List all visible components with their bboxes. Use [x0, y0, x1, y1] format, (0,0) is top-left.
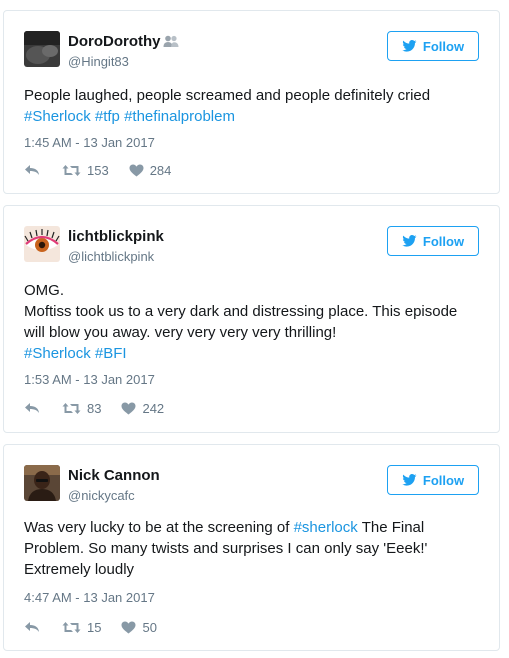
hashtag-link[interactable]: #thefinalproblem [124, 108, 235, 125]
people-icon [163, 35, 179, 53]
bird-icon [402, 40, 417, 52]
like-count: 284 [149, 162, 172, 178]
heart-icon [121, 621, 136, 633]
heart-icon [121, 402, 136, 414]
reply-icon [25, 403, 39, 413]
tweet-text: People laughed, people screamed and peop… [24, 87, 431, 125]
timestamp[interactable]: 1:45 AM - 13 Jan 2017 [24, 135, 155, 151]
bird-icon [402, 235, 417, 247]
bird-icon [402, 474, 417, 486]
follow-label: Follow [422, 472, 465, 488]
follow-button[interactable]: Follow [387, 31, 479, 61]
user-handle[interactable]: @lichtblickpink [68, 249, 154, 265]
display-name[interactable]: DoroDorothy [68, 33, 179, 53]
tweet-actions: 15 50 [24, 618, 157, 636]
follow-label: Follow [422, 233, 465, 249]
reply-button[interactable] [24, 164, 40, 176]
retweet-button[interactable]: 153 [62, 163, 109, 178]
tweet-actions: 153 284 [24, 161, 171, 179]
like-button[interactable]: 242 [121, 401, 164, 416]
reply-icon [25, 622, 39, 632]
retweet-count: 83 [87, 400, 102, 416]
like-button[interactable]: 284 [129, 162, 172, 178]
follow-label: Follow [422, 38, 465, 54]
avatar[interactable] [24, 226, 60, 262]
retweet-count: 15 [87, 619, 102, 635]
retweet-icon [62, 402, 81, 414]
reply-icon [25, 165, 39, 175]
timestamp[interactable]: 1:53 AM - 13 Jan 2017 [24, 372, 155, 388]
like-count: 50 [142, 619, 157, 635]
follow-button[interactable]: Follow [387, 465, 479, 495]
display-name[interactable]: lichtblickpink [68, 228, 164, 246]
user-handle[interactable]: @Hingit83 [68, 54, 129, 70]
retweet-icon [62, 621, 81, 633]
hashtag-link[interactable]: #Sherlock [24, 108, 91, 125]
like-button[interactable]: 50 [121, 619, 157, 635]
heart-icon [129, 164, 144, 176]
avatar[interactable] [24, 465, 60, 501]
tweet-feed: DoroDorothy @Hingit83 Follow People laug… [0, 0, 509, 658]
avatar[interactable] [24, 31, 60, 67]
tweet-text: Was very lucky to be at the screening of… [24, 519, 428, 578]
reply-button[interactable] [24, 402, 40, 414]
retweet-button[interactable]: 15 [62, 620, 101, 635]
reply-button[interactable] [24, 621, 40, 633]
retweet-icon [62, 164, 81, 176]
retweet-button[interactable]: 83 [62, 401, 101, 416]
hashtag-link[interactable]: #Sherlock [24, 345, 91, 362]
retweet-count: 153 [87, 162, 109, 178]
timestamp[interactable]: 4:47 AM - 13 Jan 2017 [24, 590, 155, 606]
tweet-card: DoroDorothy @Hingit83 Follow People laug… [3, 10, 500, 194]
hashtag-link[interactable]: #sherlock [294, 519, 358, 536]
follow-button[interactable]: Follow [387, 226, 479, 256]
display-name[interactable]: Nick Cannon [68, 467, 160, 485]
user-handle[interactable]: @nickycafc [68, 488, 135, 504]
like-count: 242 [142, 400, 165, 416]
hashtag-link[interactable]: #BFI [95, 345, 127, 362]
hashtag-link[interactable]: #tfp [95, 108, 120, 125]
tweet-text: OMG. Moftiss took us to a very dark and … [24, 282, 458, 362]
tweet-card: lichtblickpink @lichtblickpink Follow OM… [3, 205, 500, 433]
tweet-actions: 83 242 [24, 399, 164, 417]
tweet-card: Nick Cannon @nickycafc Follow Was very l… [3, 444, 500, 651]
